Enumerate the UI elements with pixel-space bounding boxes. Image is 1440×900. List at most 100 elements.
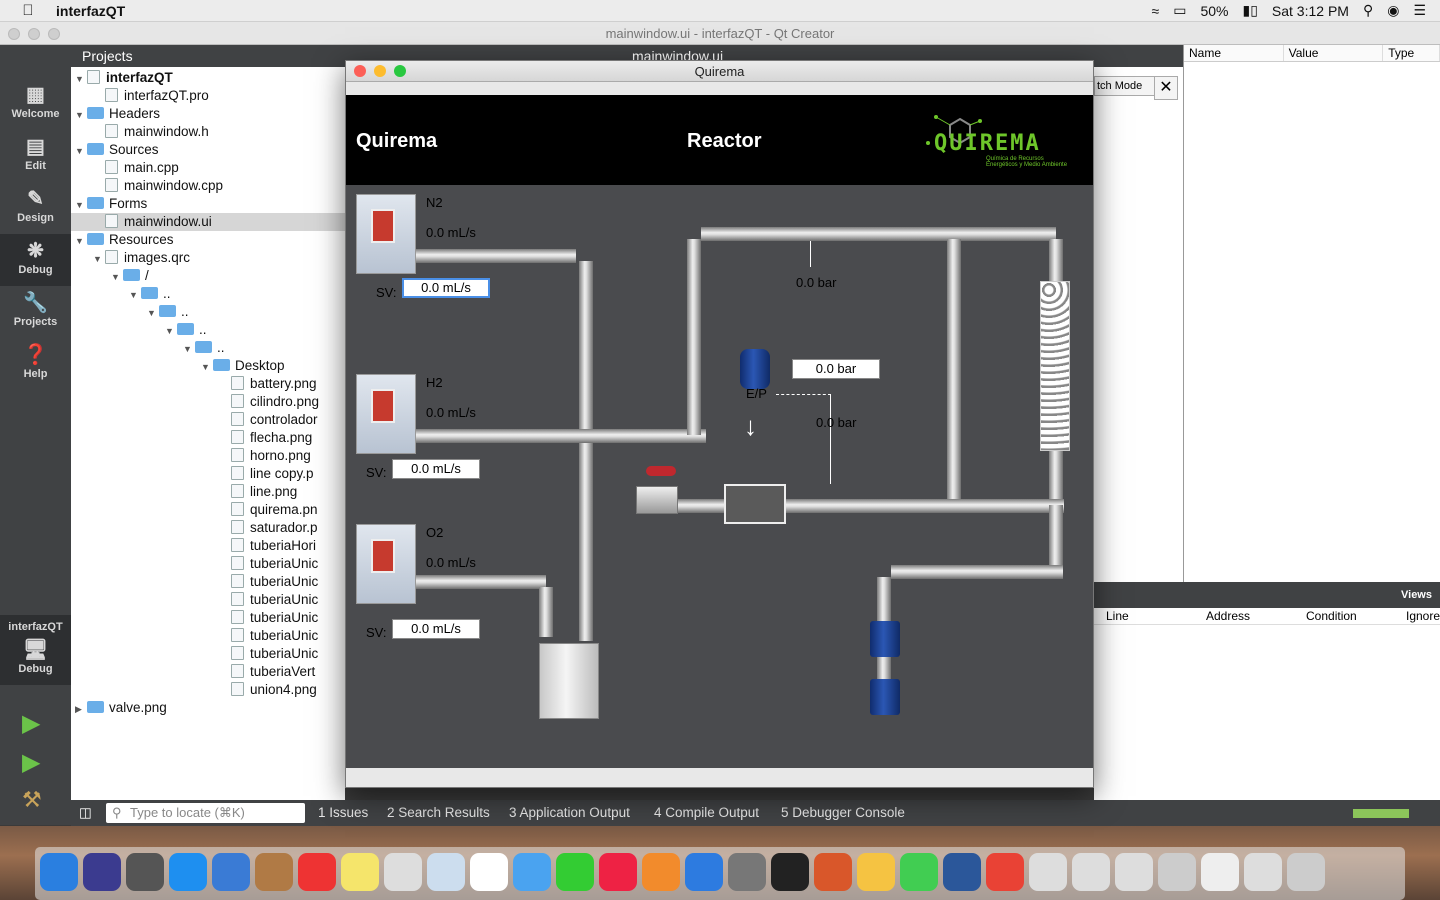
dock-app-icon[interactable]	[1115, 853, 1153, 891]
valve-handle-icon[interactable]	[646, 466, 676, 476]
spotlight-icon[interactable]: ⚲	[1363, 2, 1373, 19]
tab-issues[interactable]: 1 Issues	[318, 800, 368, 826]
tree-item[interactable]: line.png	[71, 483, 345, 501]
tree-item[interactable]: tuberiaUnic	[71, 609, 345, 627]
disclosure-triangle-icon[interactable]: ▼	[129, 286, 141, 304]
disclosure-triangle-icon[interactable]: ▼	[201, 358, 213, 376]
dock-app-icon[interactable]	[556, 853, 594, 891]
tree-item[interactable]: tuberiaUnic	[71, 573, 345, 591]
disclosure-triangle-icon[interactable]: ▼	[183, 340, 195, 358]
mode-projects[interactable]: 🔧 Projects	[0, 286, 71, 338]
disclosure-triangle-icon[interactable]: ▼	[147, 304, 159, 322]
dock-app-icon[interactable]	[83, 853, 121, 891]
dock-app-icon[interactable]	[169, 853, 207, 891]
col-name[interactable]: Name	[1184, 45, 1284, 61]
disclosure-triangle-icon[interactable]: ▼	[75, 232, 87, 250]
col-line[interactable]: Line	[1094, 608, 1194, 624]
apple-icon[interactable]: 	[0, 2, 56, 19]
tree-item[interactable]: ▼ Headers	[71, 105, 345, 123]
dock-app-icon[interactable]	[1244, 853, 1282, 891]
tree-item[interactable]: interfazQT.pro	[71, 87, 345, 105]
dock-app-icon[interactable]	[685, 853, 723, 891]
dock-app-icon[interactable]	[771, 853, 809, 891]
menubar-app-name[interactable]: interfazQT	[56, 3, 125, 19]
col-address[interactable]: Address	[1194, 608, 1294, 624]
sidebar-toggle-icon[interactable]: ◫	[79, 800, 92, 826]
tree-item[interactable]: union4.png	[71, 681, 345, 699]
dock-app-icon[interactable]	[384, 853, 422, 891]
tree-item[interactable]: ▼ images.qrc	[71, 249, 345, 267]
disclosure-triangle-icon[interactable]: ▼	[75, 196, 87, 214]
tree-item[interactable]: ▼..	[71, 339, 345, 357]
views-button[interactable]: Views	[1094, 582, 1440, 608]
tree-item[interactable]: horno.png	[71, 447, 345, 465]
minimize-window-button[interactable]	[28, 28, 40, 40]
run-icon[interactable]: ▶	[22, 709, 40, 738]
tree-item[interactable]: ▶ valve.png	[71, 699, 345, 717]
tree-item[interactable]: ▼ Desktop	[71, 357, 345, 375]
tree-item[interactable]: ▼ Resources	[71, 231, 345, 249]
mode-design[interactable]: ✎ Design	[0, 182, 71, 234]
tree-item[interactable]: battery.png	[71, 375, 345, 393]
tree-item[interactable]: cilindro.png	[71, 393, 345, 411]
build-hammer-icon[interactable]: ⚒	[22, 787, 42, 813]
col-value[interactable]: Value	[1284, 45, 1384, 61]
tab-compile-output[interactable]: 4 Compile Output	[654, 800, 759, 826]
tree-item[interactable]: flecha.png	[71, 429, 345, 447]
kit-selector[interactable]: interfazQT 🖥 Debug	[0, 615, 71, 685]
zoom-window-button[interactable]	[394, 65, 406, 77]
disclosure-triangle-icon[interactable]: ▼	[111, 268, 123, 286]
dock-app-icon[interactable]	[943, 853, 981, 891]
tree-item[interactable]: ▼ Forms	[71, 195, 345, 213]
close-icon[interactable]: ✕	[1154, 76, 1178, 100]
dock-app-icon[interactable]	[599, 853, 637, 891]
minimize-window-button[interactable]	[374, 65, 386, 77]
tree-item[interactable]: quirema.pn	[71, 501, 345, 519]
wifi-icon[interactable]: ≈	[1152, 3, 1160, 19]
dock-app-icon[interactable]	[900, 853, 938, 891]
col-type[interactable]: Type	[1383, 45, 1440, 61]
debug-run-icon[interactable]: ▶	[22, 748, 40, 777]
dock-app-icon[interactable]	[728, 853, 766, 891]
tree-item[interactable]: tuberiaUnic	[71, 555, 345, 573]
disclosure-triangle-icon[interactable]: ▶	[75, 700, 87, 718]
dock-app-icon[interactable]	[513, 853, 551, 891]
siri-icon[interactable]: ◉	[1387, 2, 1399, 19]
zoom-window-button[interactable]	[48, 28, 60, 40]
tree-item[interactable]: mainwindow.cpp	[71, 177, 345, 195]
tree-item[interactable]: ▼..	[71, 303, 345, 321]
mode-edit[interactable]: ▤ Edit	[0, 130, 71, 182]
tree-item[interactable]: saturador.p	[71, 519, 345, 537]
clock[interactable]: Sat 3:12 PM	[1272, 3, 1349, 19]
tree-item[interactable]: ▼ interfazQT	[71, 69, 345, 87]
dock-app-icon[interactable]	[298, 853, 336, 891]
tree-item[interactable]: ▼..	[71, 285, 345, 303]
dock-app-icon[interactable]	[1201, 853, 1239, 891]
tree-item[interactable]: tuberiaHori	[71, 537, 345, 555]
close-window-button[interactable]	[354, 65, 366, 77]
col-ignore[interactable]: Ignore	[1394, 608, 1440, 624]
dock-app-icon[interactable]	[40, 853, 78, 891]
tree-item[interactable]: mainwindow.h	[71, 123, 345, 141]
disclosure-triangle-icon[interactable]: ▼	[93, 250, 105, 268]
locator-input[interactable]: ⚲ Type to locate (⌘K)	[106, 803, 305, 823]
battery-icon[interactable]: ▮▯	[1242, 2, 1257, 19]
mode-help[interactable]: ❓ Help	[0, 338, 71, 390]
tree-item[interactable]: ▼ Sources	[71, 141, 345, 159]
dock-app-icon[interactable]	[126, 853, 164, 891]
tree-item[interactable]: mainwindow.ui	[71, 213, 345, 231]
dock-app-icon[interactable]	[212, 853, 250, 891]
dock-app-icon[interactable]	[857, 853, 895, 891]
tree-item[interactable]: tuberiaUnic	[71, 627, 345, 645]
tab-debugger-console[interactable]: 5 Debugger Console	[781, 800, 905, 826]
tab-search-results[interactable]: 2 Search Results	[387, 800, 490, 826]
disclosure-triangle-icon[interactable]: ▼	[75, 70, 87, 88]
dock-app-icon[interactable]	[642, 853, 680, 891]
sv-input-o2[interactable]: 0.0 mL/s	[392, 619, 480, 639]
notification-center-icon[interactable]: ☰	[1413, 2, 1426, 19]
tree-item[interactable]: controlador	[71, 411, 345, 429]
dock-app-icon[interactable]	[986, 853, 1024, 891]
disclosure-triangle-icon[interactable]: ▼	[165, 322, 177, 340]
mode-debug[interactable]: ❋ Debug	[0, 234, 71, 286]
mode-welcome[interactable]: ▦ Welcome	[0, 78, 71, 130]
